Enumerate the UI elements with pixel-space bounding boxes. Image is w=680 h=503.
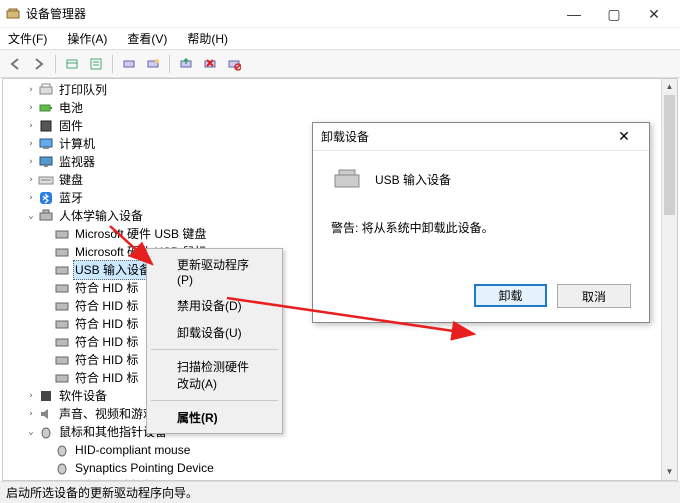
tree-node-battery[interactable]: ›电池 <box>25 99 677 117</box>
scan-button[interactable] <box>142 53 164 75</box>
tree-node-hid-4[interactable]: 符合 HID 标 <box>41 333 677 351</box>
firmware-icon <box>38 118 54 134</box>
battery-icon <box>38 100 54 116</box>
tree-node-sound[interactable]: ›声音、视频和游戏控制器 <box>25 405 677 423</box>
menu-action[interactable]: 操作(A) <box>63 28 111 49</box>
update-driver-button[interactable] <box>175 53 197 75</box>
menu-properties[interactable]: 属性(R) <box>149 404 280 431</box>
hid-device-icon <box>54 316 70 332</box>
title-bar: 设备管理器 — ▢ ✕ <box>0 0 680 28</box>
dialog-close-button[interactable]: ✕ <box>607 128 641 145</box>
dialog-title: 卸载设备 <box>321 128 607 145</box>
context-menu: 更新驱动程序(P) 禁用设备(D) 卸载设备(U) 扫描检测硬件改动(A) 属性… <box>146 248 283 434</box>
tree-node-hid-mouse[interactable]: HID-compliant mouse <box>41 441 677 459</box>
scroll-thumb[interactable] <box>664 95 675 215</box>
status-bar: 启动所选设备的更新驱动程序向导。 <box>0 481 680 503</box>
monitor-icon <box>38 154 54 170</box>
app-icon <box>6 7 20 21</box>
toolbar <box>0 50 680 78</box>
uninstall-confirm-button[interactable]: 卸载 <box>474 284 547 307</box>
tree-node-printers[interactable]: ›打印队列 <box>25 81 677 99</box>
tree-node-hid-6[interactable]: 符合 HID 标 <box>41 369 677 387</box>
sound-icon <box>38 406 54 422</box>
properties-button[interactable] <box>85 53 107 75</box>
cancel-button[interactable]: 取消 <box>557 284 631 308</box>
computer-icon <box>38 136 54 152</box>
hid-device-icon <box>54 280 70 296</box>
vertical-scrollbar[interactable]: ▲ ▼ <box>661 79 677 480</box>
show-hidden-button[interactable] <box>61 53 83 75</box>
menu-update-driver[interactable]: 更新驱动程序(P) <box>149 251 280 292</box>
uninstall-button[interactable] <box>199 53 221 75</box>
software-icon <box>38 388 54 404</box>
menu-bar: 文件(F) 操作(A) 查看(V) 帮助(H) <box>0 28 680 50</box>
menu-scan-hardware[interactable]: 扫描检测硬件改动(A) <box>149 353 280 397</box>
tree-node-synaptics[interactable]: Synaptics Pointing Device <box>41 459 677 477</box>
tree-node-hid-5[interactable]: 符合 HID 标 <box>41 351 677 369</box>
menu-uninstall-device[interactable]: 卸载设备(U) <box>149 319 280 346</box>
keyboard-icon <box>38 172 54 188</box>
forward-button[interactable] <box>28 53 50 75</box>
hid-device-icon <box>54 352 70 368</box>
mouse-icon <box>54 442 70 458</box>
status-text: 启动所选设备的更新驱动程序向导。 <box>6 484 198 501</box>
menu-separator <box>151 349 278 350</box>
hid-device-icon <box>54 370 70 386</box>
menu-separator <box>151 400 278 401</box>
device-icon <box>331 167 363 191</box>
dialog-warning-text: 警告: 将从系统中卸载此设备。 <box>331 219 631 236</box>
minimize-button[interactable]: — <box>554 0 594 28</box>
hid-device-icon <box>54 226 70 242</box>
hid-device-icon <box>54 262 70 278</box>
scroll-down-icon[interactable]: ▼ <box>662 464 677 480</box>
bluetooth-icon <box>38 190 54 206</box>
tree-node-mouse[interactable]: ⌄鼠标和其他指针设备 <box>25 423 677 441</box>
back-button[interactable] <box>4 53 26 75</box>
mouse-icon <box>38 424 54 440</box>
window-title: 设备管理器 <box>26 5 554 22</box>
menu-disable-device[interactable]: 禁用设备(D) <box>149 292 280 319</box>
printer-icon <box>38 82 54 98</box>
hid-device-icon <box>54 298 70 314</box>
disable-button[interactable] <box>223 53 245 75</box>
menu-file[interactable]: 文件(F) <box>4 28 51 49</box>
dialog-device-name: USB 输入设备 <box>375 171 451 188</box>
hid-icon <box>38 208 54 224</box>
close-button[interactable]: ✕ <box>634 0 674 28</box>
mouse-icon <box>54 460 70 476</box>
menu-view[interactable]: 查看(V) <box>123 28 171 49</box>
maximize-button[interactable]: ▢ <box>594 0 634 28</box>
dialog-titlebar: 卸载设备 ✕ <box>313 123 649 151</box>
hid-device-icon <box>54 334 70 350</box>
device-icon-button[interactable] <box>118 53 140 75</box>
menu-help[interactable]: 帮助(H) <box>183 28 232 49</box>
scroll-up-icon[interactable]: ▲ <box>662 79 677 95</box>
tree-node-software[interactable]: ›软件设备 <box>25 387 677 405</box>
uninstall-dialog: 卸载设备 ✕ USB 输入设备 警告: 将从系统中卸载此设备。 卸载 取消 <box>312 122 650 323</box>
hid-device-icon <box>54 244 70 260</box>
